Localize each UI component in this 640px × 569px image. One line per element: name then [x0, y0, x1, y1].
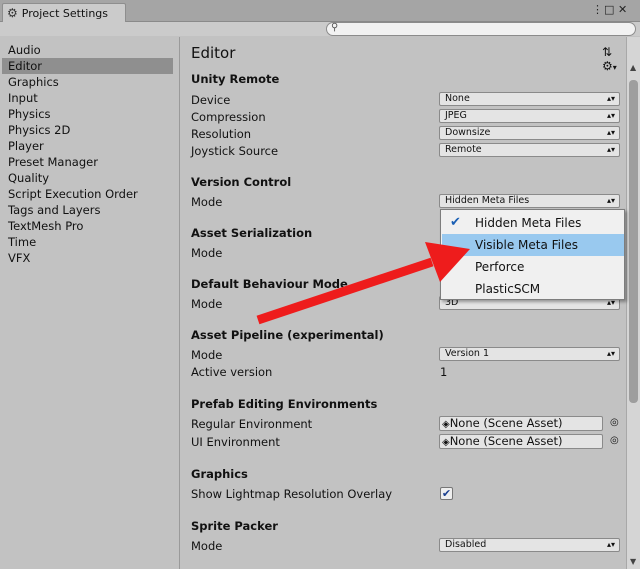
annotation-arrow-shaft — [256, 257, 434, 325]
annotation-arrow — [256, 242, 470, 325]
